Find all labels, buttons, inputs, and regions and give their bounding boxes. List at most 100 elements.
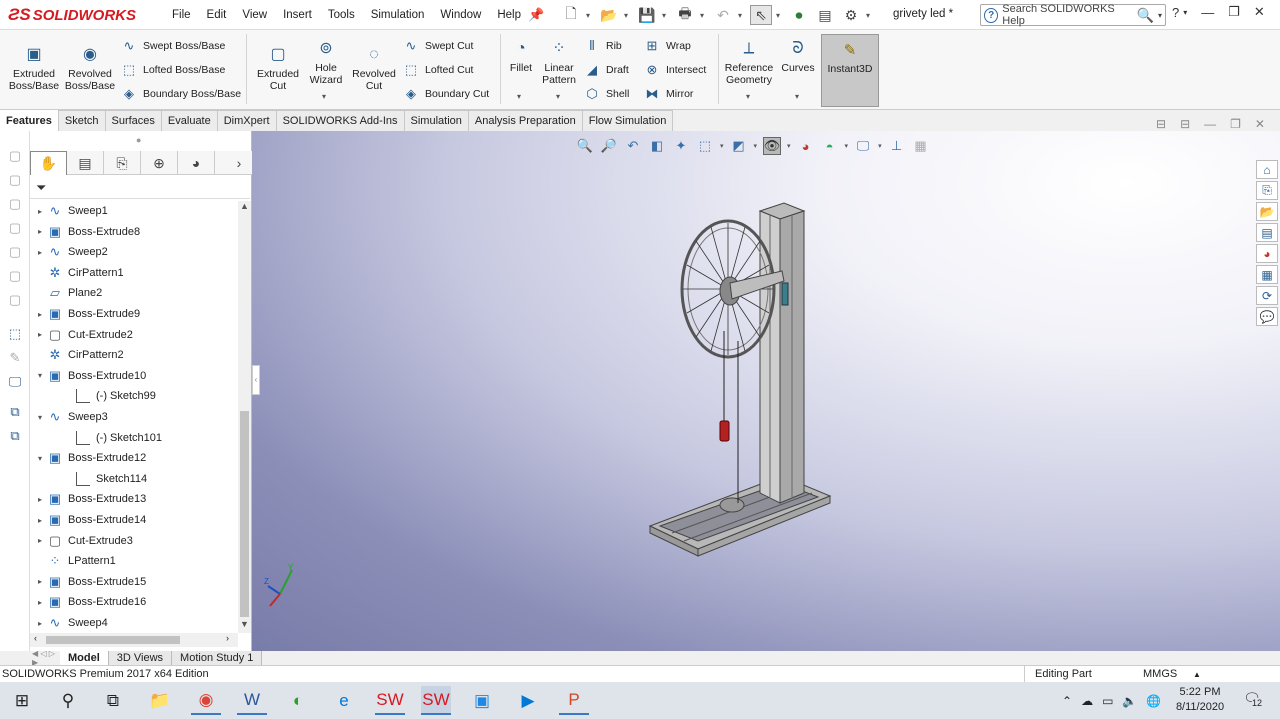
- open-folder-icon[interactable]: 📂: [598, 5, 620, 25]
- select-cursor-icon[interactable]: ⇖: [750, 5, 772, 25]
- expand-toggle-icon[interactable]: ▸: [34, 227, 46, 236]
- expand-toggle-icon[interactable]: ▸: [34, 619, 46, 628]
- expand-toggle-icon[interactable]: ▾: [34, 454, 46, 463]
- instant3d-button[interactable]: ✎ Instant3D: [821, 34, 879, 107]
- shortcut-icon[interactable]: ▢: [6, 219, 24, 237]
- solidworks-resources-icon[interactable]: ⟳: [1256, 286, 1278, 305]
- tree-node[interactable]: ▸ ▣ Boss-Extrude13: [34, 489, 146, 509]
- tab-dimxpert[interactable]: DimXpert: [217, 110, 277, 131]
- tree-node[interactable]: ▸ ▣ Boss-Extrude14: [34, 510, 146, 530]
- panel-collapse-handle-icon[interactable]: ●: [136, 135, 141, 145]
- model-3d-view[interactable]: [252, 131, 1280, 651]
- expand-toggle-icon[interactable]: ▸: [34, 516, 46, 525]
- boundary-boss-button[interactable]: ◈ Boundary Boss/Base: [120, 84, 241, 104]
- menu-help[interactable]: Help: [489, 9, 529, 21]
- tree-node[interactable]: (-) Sketch99: [64, 386, 156, 406]
- intersect-button[interactable]: ⊗ Intersect: [643, 60, 707, 80]
- shortcut-icon[interactable]: ▢: [6, 195, 24, 213]
- tree-node[interactable]: ▸ ∿ Sweep1: [34, 201, 108, 221]
- apply-scene-dropdown-icon[interactable]: ▾: [845, 142, 849, 150]
- expand-toggle-icon[interactable]: ▸: [34, 598, 46, 607]
- tree-node[interactable]: (-) Sketch101: [64, 428, 162, 448]
- tree-node[interactable]: ▾ ▣ Boss-Extrude12: [34, 448, 146, 468]
- revolved-boss-button[interactable]: ◉ Revolved Boss/Base: [62, 44, 118, 93]
- print-icon[interactable]: 🖶: [674, 5, 696, 25]
- file-explorer-taskbar-icon[interactable]: 📁: [145, 686, 175, 715]
- tab-3d-views[interactable]: 3D Views: [108, 651, 173, 665]
- dynamic-annotation-icon[interactable]: ✦: [672, 137, 690, 155]
- swept-cut-button[interactable]: ∿ Swept Cut: [402, 36, 474, 56]
- display-style-dropdown-icon[interactable]: ▾: [754, 142, 758, 150]
- view-orientation-icon[interactable]: ⬚: [696, 137, 714, 155]
- tree-node[interactable]: ▸ ▢ Cut-Extrude3: [34, 531, 133, 551]
- fillet-button[interactable]: ◔ Fillet: [504, 38, 538, 75]
- extruded-cut-button[interactable]: ▢ Extruded Cut: [252, 44, 304, 93]
- solidworks-logo[interactable]: ƧS SOLIDWORKS: [8, 4, 136, 26]
- options-gear-icon[interactable]: ⚙: [840, 5, 862, 25]
- reference-geometry-button[interactable]: ⟂ Reference Geometry: [722, 38, 776, 87]
- lofted-cut-button[interactable]: ⬚ Lofted Cut: [402, 60, 474, 80]
- scroll-left-icon[interactable]: ‹: [34, 633, 37, 643]
- help-icon[interactable]: ?: [1172, 5, 1179, 20]
- paste-icon[interactable]: ⧉: [6, 427, 24, 445]
- expand-toggle-icon[interactable]: ▸: [34, 330, 46, 339]
- shortcut-icon[interactable]: ▢: [6, 267, 24, 285]
- open-dropdown-icon[interactable]: ▾: [624, 11, 632, 20]
- tab-surfaces[interactable]: Surfaces: [105, 110, 162, 131]
- apply-scene-icon[interactable]: ◓: [821, 137, 839, 155]
- units-dropdown-icon[interactable]: ▲: [1193, 670, 1201, 679]
- viewport-restore-icon[interactable]: ❐: [1230, 117, 1241, 131]
- taskbar-search-icon[interactable]: ⚲: [53, 686, 83, 715]
- rib-button[interactable]: ⫴ Rib: [583, 36, 622, 56]
- expand-toggle-icon[interactable]: ▸: [34, 207, 46, 216]
- shortcut-icon[interactable]: ▢: [6, 171, 24, 189]
- powerpoint-taskbar-icon[interactable]: P: [559, 686, 589, 715]
- tree-node[interactable]: ▸ ▣ Boss-Extrude15: [34, 572, 146, 592]
- menu-view[interactable]: View: [234, 9, 275, 21]
- shortcut-icon[interactable]: ✎: [6, 349, 24, 367]
- tree-node[interactable]: ▸ ▣ Boss-Extrude9: [34, 304, 140, 324]
- save-icon[interactable]: 💾: [636, 5, 658, 25]
- pin-menu-icon[interactable]: 📌: [528, 7, 544, 23]
- forum-icon[interactable]: 💬: [1256, 307, 1278, 326]
- search-input[interactable]: Search SOLIDWORKS Help: [1002, 3, 1132, 27]
- tab-model[interactable]: Model: [60, 651, 109, 665]
- wrap-button[interactable]: ⊞ Wrap: [643, 36, 691, 56]
- new-document-icon[interactable]: 🗋: [560, 5, 582, 25]
- undo-icon[interactable]: ↶: [712, 5, 734, 25]
- solidworks-2017-taskbar-icon[interactable]: SW: [421, 686, 451, 715]
- expand-toggle-icon[interactable]: ▸: [34, 310, 46, 319]
- display-style-icon[interactable]: ◩: [730, 137, 748, 155]
- hide-show-dropdown-icon[interactable]: ▾: [787, 142, 791, 150]
- tab-simulation[interactable]: Simulation: [404, 110, 469, 131]
- design-library-icon[interactable]: ⎘: [1256, 181, 1278, 200]
- view-origin-icon[interactable]: ⊥: [888, 137, 906, 155]
- view-back-icon[interactable]: ⊟: [1156, 117, 1166, 131]
- rebuild-traffic-light-icon[interactable]: ⏺: [788, 5, 810, 25]
- tab-flow-simulation[interactable]: Flow Simulation: [582, 110, 674, 131]
- edge-taskbar-icon[interactable]: e: [329, 686, 359, 715]
- tree-node[interactable]: ⁘ LPattern1: [34, 551, 116, 571]
- display-manager-tab-icon[interactable]: ◕: [178, 151, 215, 175]
- restore-icon[interactable]: ❐: [1228, 4, 1240, 20]
- mirror-button[interactable]: ⧓ Mirror: [643, 84, 694, 104]
- revolved-cut-button[interactable]: ◌ Revolved Cut: [348, 44, 400, 93]
- show-hidden-icons-icon[interactable]: ⌃: [1062, 694, 1072, 708]
- expand-toggle-icon[interactable]: ▸: [34, 577, 46, 586]
- menu-file[interactable]: File: [164, 9, 199, 21]
- units-selector[interactable]: MMGS: [1143, 668, 1177, 680]
- draft-button[interactable]: ◢ Draft: [583, 60, 629, 80]
- options-dropdown-icon[interactable]: ▾: [866, 11, 874, 20]
- expand-toggle-icon[interactable]: ▸: [34, 495, 46, 504]
- swept-boss-button[interactable]: ∿ Swept Boss/Base: [120, 36, 226, 56]
- action-center-icon[interactable]: 🗨12: [1240, 690, 1264, 710]
- app-taskbar-icon[interactable]: ◐: [283, 686, 313, 715]
- menu-insert[interactable]: Insert: [275, 9, 320, 21]
- view-forward-icon[interactable]: ⊟: [1180, 117, 1190, 131]
- property-manager-tab-icon[interactable]: ▤: [67, 151, 104, 175]
- home-icon[interactable]: ⌂: [1256, 160, 1278, 179]
- tree-horizontal-scrollbar[interactable]: ‹ ›: [30, 633, 238, 647]
- previous-view-icon[interactable]: ↶: [624, 137, 642, 155]
- minimize-icon[interactable]: —: [1201, 5, 1214, 20]
- view-settings-dropdown-icon[interactable]: ▾: [878, 142, 882, 150]
